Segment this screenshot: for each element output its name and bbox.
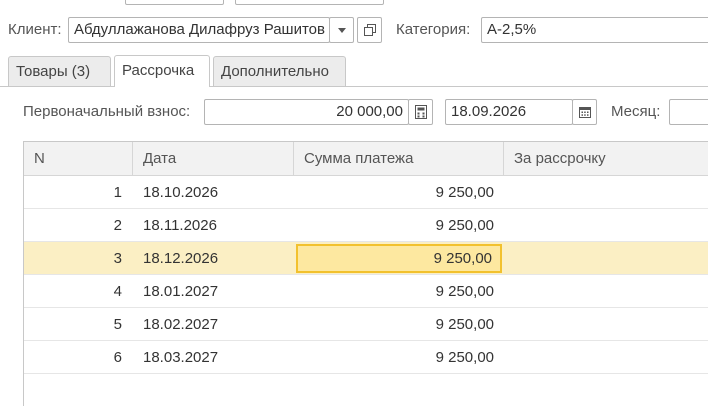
cell-number[interactable]: 1: [24, 176, 122, 209]
tab-goods[interactable]: Товары (3): [8, 56, 111, 86]
cell-date[interactable]: 18.03.2027: [143, 341, 293, 374]
cell-number[interactable]: 2: [24, 209, 122, 242]
cell-amount[interactable]: 9 250,00: [296, 341, 502, 374]
cell-amount[interactable]: 9 250,00: [296, 308, 502, 341]
cell-amount[interactable]: 9 250,00: [296, 209, 502, 242]
calculator-icon: [414, 105, 427, 119]
cell-date[interactable]: 18.01.2027: [143, 275, 293, 308]
table-row[interactable]: 1 18.10.2026 9 250,00: [24, 176, 708, 209]
category-label: Категория:: [396, 21, 471, 38]
top-field-left-partial[interactable]: [125, 0, 224, 5]
column-header-date[interactable]: Дата: [133, 142, 294, 176]
column-header-amount[interactable]: Сумма платежа: [294, 142, 504, 176]
table-row[interactable]: 2 18.11.2026 9 250,00: [24, 209, 708, 242]
month-field[interactable]: [669, 99, 708, 125]
tab-additional[interactable]: Дополнительно: [213, 56, 346, 86]
cell-number[interactable]: 3: [24, 242, 122, 275]
tab-installment[interactable]: Рассрочка: [114, 55, 210, 87]
cell-fee[interactable]: [514, 242, 708, 275]
cell-date[interactable]: 18.10.2026: [143, 176, 293, 209]
column-header-fee[interactable]: За рассрочку: [504, 142, 708, 176]
cell-fee[interactable]: [514, 176, 708, 209]
client-field[interactable]: Абдуллажанова Дилафруз Рашитов: [68, 17, 330, 43]
table-row[interactable]: 5 18.02.2027 9 250,00: [24, 308, 708, 341]
down-payment-calc-button[interactable]: [408, 99, 433, 125]
cell-fee[interactable]: [514, 308, 708, 341]
tabs-baseline: [0, 86, 708, 87]
client-label: Клиент:: [8, 21, 62, 38]
table-header: N Дата Сумма платежа За рассрочку: [24, 142, 708, 176]
cell-fee[interactable]: [514, 209, 708, 242]
cell-fee[interactable]: [514, 341, 708, 374]
cell-number[interactable]: 4: [24, 275, 122, 308]
cell-date[interactable]: 18.12.2026: [143, 242, 293, 275]
down-payment-label: Первоначальный взнос:: [23, 103, 191, 120]
cell-number[interactable]: 6: [24, 341, 122, 374]
calendar-icon: [578, 107, 591, 118]
cell-number[interactable]: 5: [24, 308, 122, 341]
cell-fee[interactable]: [514, 275, 708, 308]
down-payment-field[interactable]: 20 000,00: [204, 99, 409, 125]
cell-date[interactable]: 18.11.2026: [143, 209, 293, 242]
table-row[interactable]: 3 18.12.2026 9 250,00: [24, 242, 708, 275]
month-label: Месяц:: [611, 103, 661, 120]
cell-amount[interactable]: 9 250,00: [296, 275, 502, 308]
cell-amount[interactable]: 9 250,00: [296, 176, 502, 209]
client-dropdown-button[interactable]: [329, 17, 354, 43]
date-calendar-button[interactable]: [572, 99, 597, 125]
dropdown-arrow-icon: [337, 27, 346, 33]
table-row[interactable]: 6 18.03.2027 9 250,00: [24, 341, 708, 374]
cell-date[interactable]: 18.02.2027: [143, 308, 293, 341]
cell-amount[interactable]: 9 250,00: [296, 244, 502, 273]
category-field[interactable]: А-2,5%: [481, 17, 708, 43]
date-field[interactable]: 18.09.2026: [445, 99, 573, 125]
column-header-n[interactable]: N: [24, 142, 133, 176]
installment-table[interactable]: N Дата Сумма платежа За рассрочку 1 18.10…: [23, 141, 708, 406]
table-row[interactable]: 4 18.01.2027 9 250,00: [24, 275, 708, 308]
top-field-right-partial[interactable]: [235, 0, 384, 5]
client-open-button[interactable]: [357, 17, 382, 43]
open-form-icon: [363, 24, 376, 36]
